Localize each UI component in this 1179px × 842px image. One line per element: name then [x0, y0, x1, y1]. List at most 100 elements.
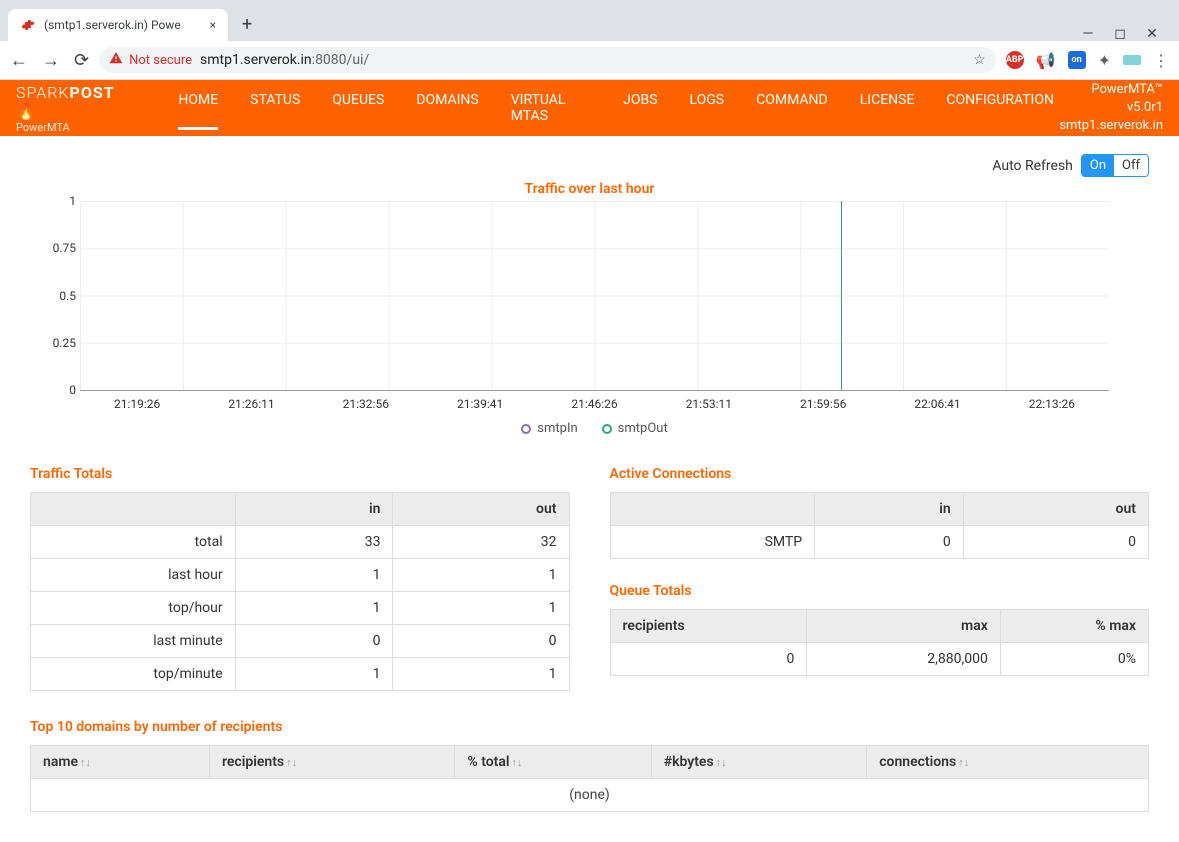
extension-icons: ABP 📢 on ✦ ⋮ [1006, 51, 1169, 70]
active-connections-title: Active Connections [610, 466, 1150, 482]
window-maximize-button[interactable]: ◻ [1113, 27, 1127, 41]
brand-post: POST [70, 83, 115, 102]
window-controls: — ◻ ✕ [1081, 21, 1171, 41]
autorefresh-toggle[interactable]: On Off [1081, 154, 1149, 177]
row-label: top/minute [31, 658, 236, 691]
window-close-button[interactable]: ✕ [1145, 27, 1159, 41]
col-label: connections [879, 754, 956, 770]
nav-command[interactable]: COMMAND [756, 86, 828, 130]
cell-out: 1 [393, 658, 569, 691]
table-row: (none) [31, 779, 1149, 812]
extension-icon-2[interactable] [1123, 55, 1141, 65]
table-row: SMTP00 [610, 526, 1149, 559]
table-row: 02,880,0000% [610, 643, 1149, 676]
sort-icon: ↑↓ [286, 756, 297, 769]
cell-in: 1 [235, 592, 393, 625]
col-name[interactable]: name↑↓ [31, 746, 210, 779]
favicon-gear-icon [20, 17, 36, 33]
chart-area[interactable]: 1 0.75 0.5 0.25 0 [80, 201, 1109, 391]
legend-smtpin[interactable]: smtpIn [521, 421, 577, 436]
legend-label: smtpIn [537, 421, 577, 436]
row-label: SMTP [610, 526, 815, 559]
queue-totals-table: recipients max % max 02,880,0000% [610, 609, 1150, 676]
tab-title: (smtp1.serverok.in) Powe [44, 18, 202, 32]
table-row: top/minute11 [31, 658, 570, 691]
nav-configuration[interactable]: CONFIGURATION [946, 86, 1054, 130]
x-tick: 21:39:41 [423, 397, 537, 411]
col-connections[interactable]: connections↑↓ [867, 746, 1149, 779]
y-tick: 0.75 [53, 241, 76, 255]
nav-home[interactable]: HOME [178, 86, 218, 130]
table-row: total3332 [31, 526, 570, 559]
not-secure-indicator[interactable]: Not secure [109, 51, 192, 69]
nav-virtual-mtas[interactable]: VIRTUAL MTAS [511, 86, 591, 130]
nav-logs[interactable]: LOGS [690, 86, 725, 130]
row-label: last hour [31, 559, 236, 592]
col-label: name [43, 754, 78, 770]
url-text: smtp1.serverok.in:8080/ui/ [200, 52, 369, 68]
megaphone-icon[interactable]: 📢 [1036, 51, 1056, 70]
row-label: top/hour [31, 592, 236, 625]
legend-smtpout[interactable]: smtpOut [602, 421, 668, 436]
browser-tab[interactable]: (smtp1.serverok.in) Powe × [8, 9, 228, 41]
col-label: recipients [222, 754, 284, 770]
window-minimize-button[interactable]: — [1081, 27, 1095, 41]
close-tab-icon[interactable]: × [210, 18, 216, 32]
traffic-totals-title: Traffic Totals [30, 466, 570, 482]
chart-x-axis: 21:19:26 21:26:11 21:32:56 21:39:41 21:4… [80, 397, 1109, 411]
autorefresh-on[interactable]: On [1082, 155, 1114, 176]
x-tick: 21:53:11 [652, 397, 766, 411]
col-kbytes[interactable]: #kbytes↑↓ [651, 746, 867, 779]
col-blank [610, 493, 815, 526]
chart-y-axis: 1 0.75 0.5 0.25 0 [40, 201, 76, 390]
nav-status[interactable]: STATUS [250, 86, 300, 130]
flame-icon: 🔥 [16, 102, 37, 121]
col-in: in [235, 493, 393, 526]
legend-swatch-icon [602, 424, 612, 434]
autorefresh-label: Auto Refresh [992, 158, 1073, 174]
top-domains-table: name↑↓ recipients↑↓ % total↑↓ #kbytes↑↓ … [30, 745, 1149, 812]
cell-out: 1 [393, 559, 569, 592]
cell-in: 1 [235, 658, 393, 691]
sort-icon: ↑↓ [80, 756, 91, 769]
back-button[interactable]: ← [10, 50, 28, 71]
forward-button[interactable]: → [42, 50, 60, 71]
logo[interactable]: SPARKPOST 🔥 PowerMTA [16, 83, 138, 134]
nav-license[interactable]: LICENSE [860, 86, 915, 130]
x-tick: 21:19:26 [80, 397, 194, 411]
cell-pct-max: 0% [1000, 643, 1148, 676]
nav-jobs[interactable]: JOBS [623, 86, 657, 130]
server-text: smtp1.serverok.in [1054, 117, 1163, 135]
x-tick: 22:06:41 [880, 397, 994, 411]
tab-strip: (smtp1.serverok.in) Powe × + — ◻ ✕ [0, 0, 1179, 41]
nav-domains[interactable]: DOMAINS [416, 86, 478, 130]
col-pct-total[interactable]: % total↑↓ [455, 746, 651, 779]
cell-out: 0 [963, 526, 1148, 559]
more-menu-icon[interactable]: ⋮ [1153, 51, 1169, 70]
abp-icon[interactable]: ABP [1006, 51, 1024, 69]
cell-max: 2,880,000 [807, 643, 1000, 676]
cell-out: 0 [393, 625, 569, 658]
browser-toolbar: ← → ⟳ Not secure smtp1.serverok.in:8080/… [0, 41, 1179, 80]
y-tick: 0.25 [53, 336, 76, 350]
address-bar[interactable]: Not secure smtp1.serverok.in:8080/ui/ ☆ [99, 47, 996, 73]
legend-swatch-icon [521, 424, 531, 434]
traffic-totals-section: Traffic Totals in out total3332 last hou… [30, 456, 570, 691]
cell-in: 0 [235, 625, 393, 658]
browser-chrome: (smtp1.serverok.in) Powe × + — ◻ ✕ ← → ⟳… [0, 0, 1179, 80]
x-tick: 21:59:56 [766, 397, 880, 411]
table-row: last hour11 [31, 559, 570, 592]
col-recipients[interactable]: recipients↑↓ [209, 746, 454, 779]
autorefresh-off[interactable]: Off [1114, 155, 1148, 176]
chart-legend: smtpIn smtpOut [80, 421, 1109, 436]
chart-spike [841, 201, 842, 390]
extension-icon[interactable]: on [1068, 51, 1086, 69]
reload-button[interactable]: ⟳ [74, 50, 89, 71]
puzzle-extensions-icon[interactable]: ✦ [1098, 51, 1111, 70]
col-blank [31, 493, 236, 526]
cell-out: 1 [393, 592, 569, 625]
bookmark-star-icon[interactable]: ☆ [973, 52, 986, 68]
new-tab-button[interactable]: + [234, 8, 260, 41]
nav-queues[interactable]: QUEUES [332, 86, 384, 130]
x-tick: 22:13:26 [995, 397, 1109, 411]
